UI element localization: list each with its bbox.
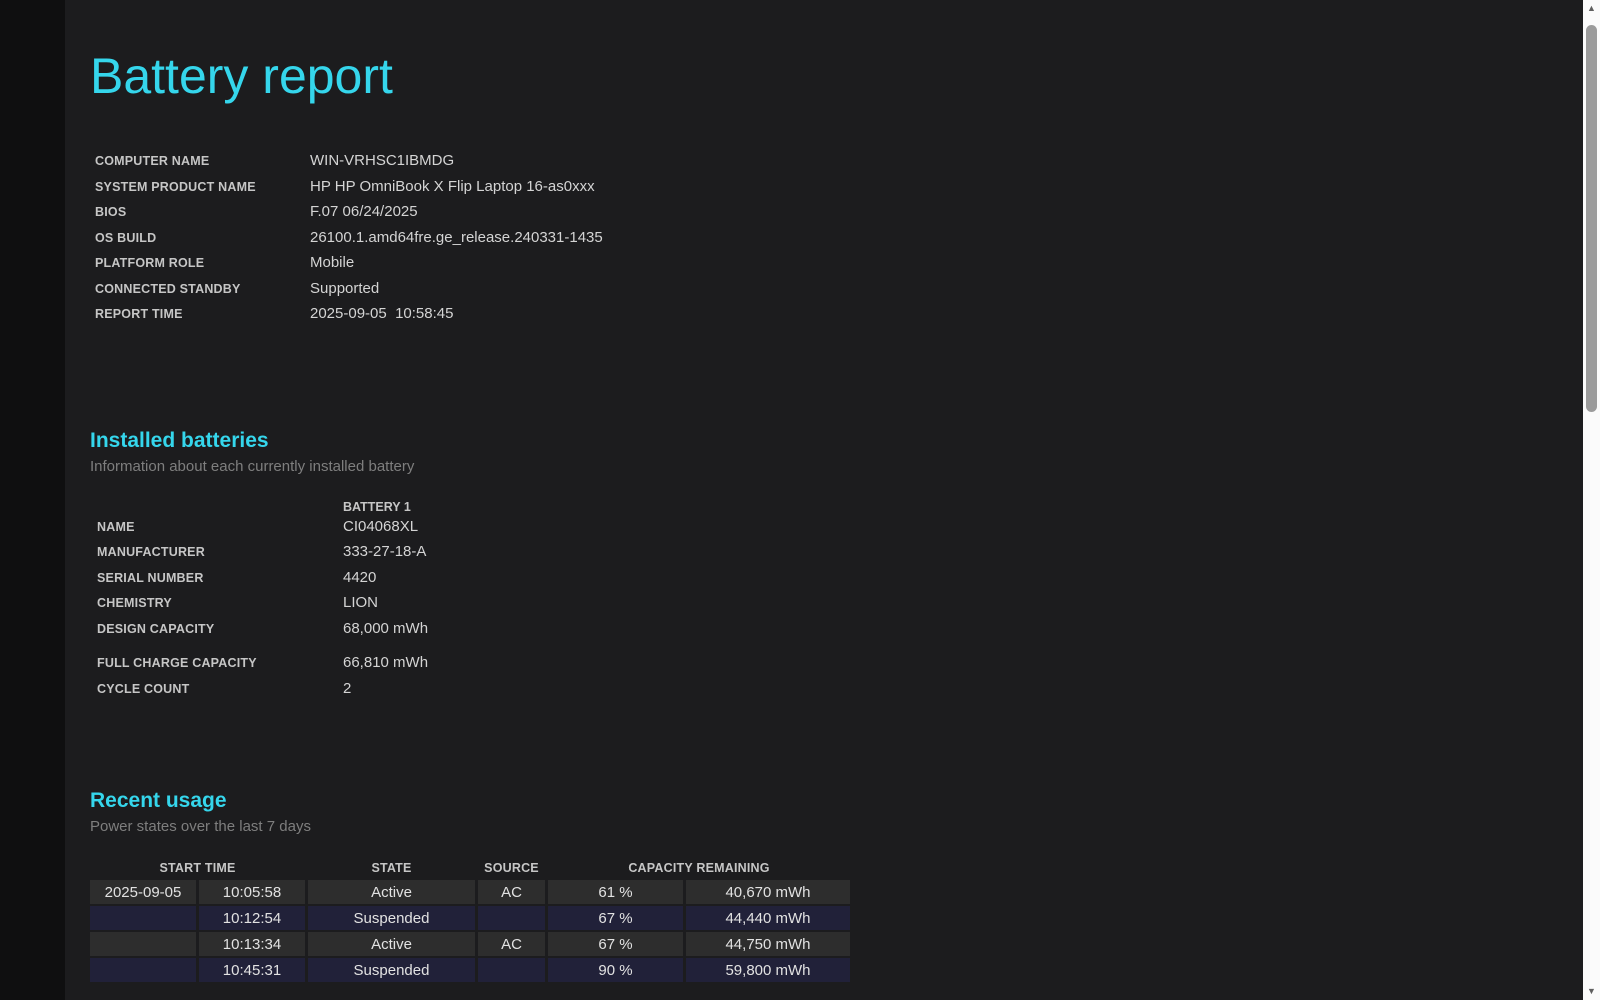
usage-date: [90, 906, 196, 930]
installed-batteries-heading: Installed batteries: [90, 427, 1510, 455]
info-value: HP HP OmniBook X Flip Laptop 16-as0xxx: [310, 178, 595, 195]
battery-row-design-capacity: DESIGN CAPACITY 68,000 mWh: [90, 620, 1510, 646]
battery-label: CYCLE COUNT: [90, 682, 343, 696]
usage-date: 2025-09-05: [90, 880, 196, 904]
battery-label: FULL CHARGE CAPACITY: [90, 656, 343, 670]
battery-report-page: Battery report COMPUTER NAME WIN-VRHSC1I…: [90, 0, 1510, 984]
info-label: SYSTEM PRODUCT NAME: [90, 180, 310, 194]
info-value: 2025-09-05 10:58:45: [310, 305, 453, 322]
usage-mwh: 44,750 mWh: [686, 932, 850, 956]
usage-state: Active: [308, 932, 475, 956]
info-row-connected-standby: CONNECTED STANDBY Supported: [90, 280, 1510, 306]
info-row-platform-role: PLATFORM ROLE Mobile: [90, 254, 1510, 280]
usage-percent: 61 %: [548, 880, 683, 904]
usage-row: 10:45:31 Suspended 90 % 59,800 mWh: [90, 958, 850, 982]
info-value: Supported: [310, 280, 379, 297]
usage-mwh: 44,440 mWh: [686, 906, 850, 930]
usage-state: Active: [308, 880, 475, 904]
battery-value: CI04068XL: [343, 518, 418, 535]
recent-usage-heading: Recent usage: [90, 787, 1510, 815]
installed-batteries-section: Installed batteries Information about ea…: [90, 427, 1510, 706]
usage-time: 10:12:54: [199, 906, 305, 930]
usage-row: 2025-09-05 10:05:58 Active AC 61 % 40,67…: [90, 880, 850, 904]
recent-usage-table: START TIME STATE SOURCE CAPACITY REMAINI…: [87, 857, 853, 984]
usage-percent: 67 %: [548, 906, 683, 930]
battery-value: 68,000 mWh: [343, 620, 428, 637]
info-row-os-build: OS BUILD 26100.1.amd64fre.ge_release.240…: [90, 229, 1510, 255]
battery-label: CHEMISTRY: [90, 596, 343, 610]
scroll-down-icon[interactable]: ▼: [1583, 983, 1600, 1000]
usage-percent: 67 %: [548, 932, 683, 956]
info-row-system-product-name: SYSTEM PRODUCT NAME HP HP OmniBook X Fli…: [90, 178, 1510, 204]
info-label: COMPUTER NAME: [90, 154, 310, 168]
info-row-bios: BIOS F.07 06/24/2025: [90, 203, 1510, 229]
usage-time: 10:45:31: [199, 958, 305, 982]
usage-source: AC: [478, 932, 545, 956]
battery-value: LION: [343, 594, 378, 611]
usage-header-row: START TIME STATE SOURCE CAPACITY REMAINI…: [90, 859, 850, 878]
usage-source: [478, 958, 545, 982]
battery-1-column-header: BATTERY 1: [343, 500, 1510, 514]
usage-date: [90, 932, 196, 956]
info-label: OS BUILD: [90, 231, 310, 245]
info-value: Mobile: [310, 254, 354, 271]
recent-usage-subtitle: Power states over the last 7 days: [90, 818, 1510, 835]
info-row-computer-name: COMPUTER NAME WIN-VRHSC1IBMDG: [90, 152, 1510, 178]
battery-details-table: NAME CI04068XL MANUFACTURER 333-27-18-A …: [90, 518, 1510, 706]
info-label: BIOS: [90, 205, 310, 219]
info-value: WIN-VRHSC1IBMDG: [310, 152, 454, 169]
battery-label: SERIAL NUMBER: [90, 571, 343, 585]
battery-value: 333-27-18-A: [343, 543, 426, 560]
usage-date: [90, 958, 196, 982]
usage-time: 10:05:58: [199, 880, 305, 904]
system-info-table: COMPUTER NAME WIN-VRHSC1IBMDG SYSTEM PRO…: [90, 152, 1510, 331]
header-source: SOURCE: [478, 859, 545, 878]
usage-time: 10:13:34: [199, 932, 305, 956]
usage-mwh: 40,670 mWh: [686, 880, 850, 904]
info-label: PLATFORM ROLE: [90, 256, 310, 270]
battery-label: MANUFACTURER: [90, 545, 343, 559]
battery-row-name: NAME CI04068XL: [90, 518, 1510, 544]
usage-mwh: 59,800 mWh: [686, 958, 850, 982]
battery-value: 2: [343, 680, 351, 697]
scrollbar-thumb[interactable]: [1586, 25, 1597, 412]
info-label: CONNECTED STANDBY: [90, 282, 310, 296]
page-title: Battery report: [90, 44, 1510, 108]
battery-value: 66,810 mWh: [343, 654, 428, 671]
header-start-time: START TIME: [90, 859, 305, 878]
info-row-report-time: REPORT TIME 2025-09-05 10:58:45: [90, 305, 1510, 331]
battery-row-cycle-count: CYCLE COUNT 2: [90, 680, 1510, 706]
recent-usage-section: Recent usage Power states over the last …: [90, 787, 1510, 984]
battery-row-serial-number: SERIAL NUMBER 4420: [90, 569, 1510, 595]
usage-percent: 90 %: [548, 958, 683, 982]
battery-label: DESIGN CAPACITY: [90, 622, 343, 636]
vertical-scrollbar[interactable]: ▲ ▼: [1583, 0, 1600, 1000]
scroll-up-icon[interactable]: ▲: [1583, 0, 1600, 17]
usage-row: 10:13:34 Active AC 67 % 44,750 mWh: [90, 932, 850, 956]
installed-batteries-subtitle: Information about each currently install…: [90, 458, 1510, 475]
battery-row-manufacturer: MANUFACTURER 333-27-18-A: [90, 543, 1510, 569]
battery-label: NAME: [90, 520, 343, 534]
usage-state: Suspended: [308, 906, 475, 930]
info-value: 26100.1.amd64fre.ge_release.240331-1435: [310, 229, 603, 246]
battery-row-chemistry: CHEMISTRY LION: [90, 594, 1510, 620]
battery-row-full-charge-capacity: FULL CHARGE CAPACITY 66,810 mWh: [90, 654, 1510, 680]
battery-value: 4420: [343, 569, 376, 586]
header-state: STATE: [308, 859, 475, 878]
usage-state: Suspended: [308, 958, 475, 982]
usage-row: 10:12:54 Suspended 67 % 44,440 mWh: [90, 906, 850, 930]
info-label: REPORT TIME: [90, 307, 310, 321]
usage-source: [478, 906, 545, 930]
header-capacity-remaining: CAPACITY REMAINING: [548, 859, 850, 878]
info-value: F.07 06/24/2025: [310, 203, 418, 220]
page-left-margin: [0, 0, 65, 1000]
usage-source: AC: [478, 880, 545, 904]
